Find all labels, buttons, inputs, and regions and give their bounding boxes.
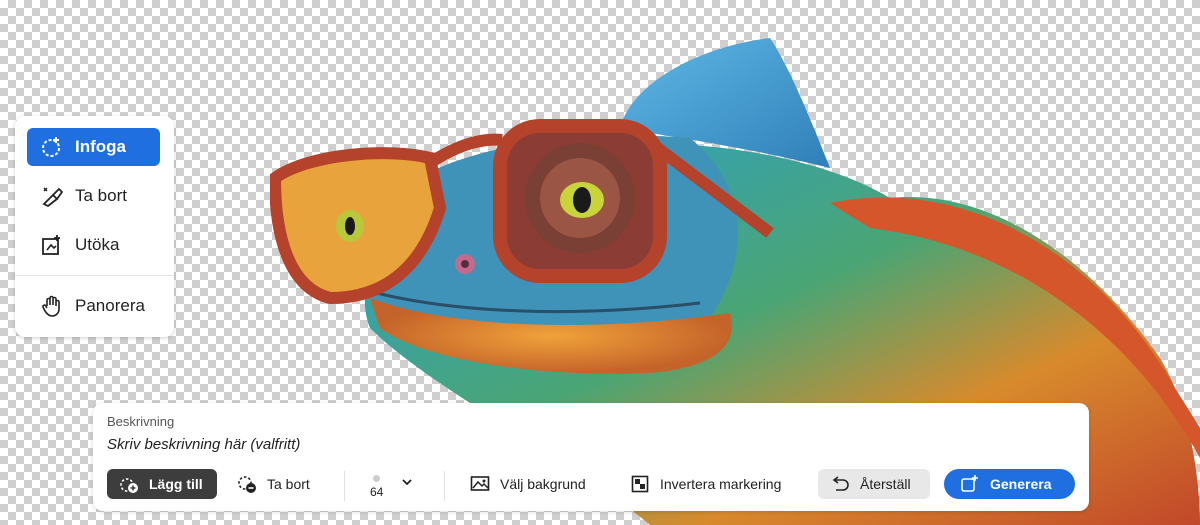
tool-pan[interactable]: Panorera — [27, 287, 160, 325]
brush-dot-icon — [373, 475, 380, 482]
hand-icon — [39, 293, 65, 319]
generate-icon — [960, 474, 980, 494]
tool-expand-label: Utöka — [75, 235, 120, 254]
choose-background-label: Välj bakgrund — [500, 476, 586, 492]
image-icon — [470, 474, 490, 494]
undo-icon — [830, 474, 850, 494]
remove-button[interactable]: Ta bort — [237, 469, 327, 499]
remove-brush-icon — [39, 183, 65, 209]
tool-insert[interactable]: Infoga — [27, 128, 160, 166]
tool-pan-label: Panorera — [75, 296, 145, 315]
description-label: Beskrivning — [107, 414, 175, 429]
description-input[interactable] — [107, 433, 1007, 455]
add-brush-icon — [119, 474, 139, 494]
chevron-down-icon — [401, 475, 413, 491]
choose-background-button[interactable]: Välj bakgrund — [470, 469, 598, 499]
tool-insert-label: Infoga — [75, 137, 126, 156]
generate-button[interactable]: Generera — [944, 469, 1075, 499]
generate-label: Generera — [990, 476, 1052, 492]
tool-remove-label: Ta bort — [75, 186, 127, 205]
remove-label: Ta bort — [267, 476, 310, 492]
expand-icon — [39, 232, 65, 258]
tool-expand[interactable]: Utöka — [27, 226, 160, 264]
brush-size-value: 64 — [370, 485, 384, 499]
reset-button[interactable]: Återställ — [818, 469, 930, 499]
invert-selection-label: Invertera markering — [660, 476, 782, 492]
panel-divider — [15, 275, 174, 276]
separator — [444, 471, 445, 501]
add-button[interactable]: Lägg till — [107, 469, 217, 499]
reset-label: Återställ — [860, 476, 911, 492]
invert-icon — [630, 474, 650, 494]
subtract-brush-icon — [237, 474, 257, 494]
prompt-bar: Beskrivning Lägg till Ta bort 64 Välj ba… — [93, 403, 1089, 511]
brush-size-dropdown[interactable]: 64 — [363, 469, 423, 499]
tool-panel: Infoga Ta bort Utöka Panorera — [15, 116, 174, 337]
invert-selection-button[interactable]: Invertera markering — [630, 469, 800, 499]
separator — [344, 471, 345, 501]
add-label: Lägg till — [149, 476, 203, 492]
tool-remove[interactable]: Ta bort — [27, 177, 160, 215]
insert-icon — [39, 134, 65, 160]
